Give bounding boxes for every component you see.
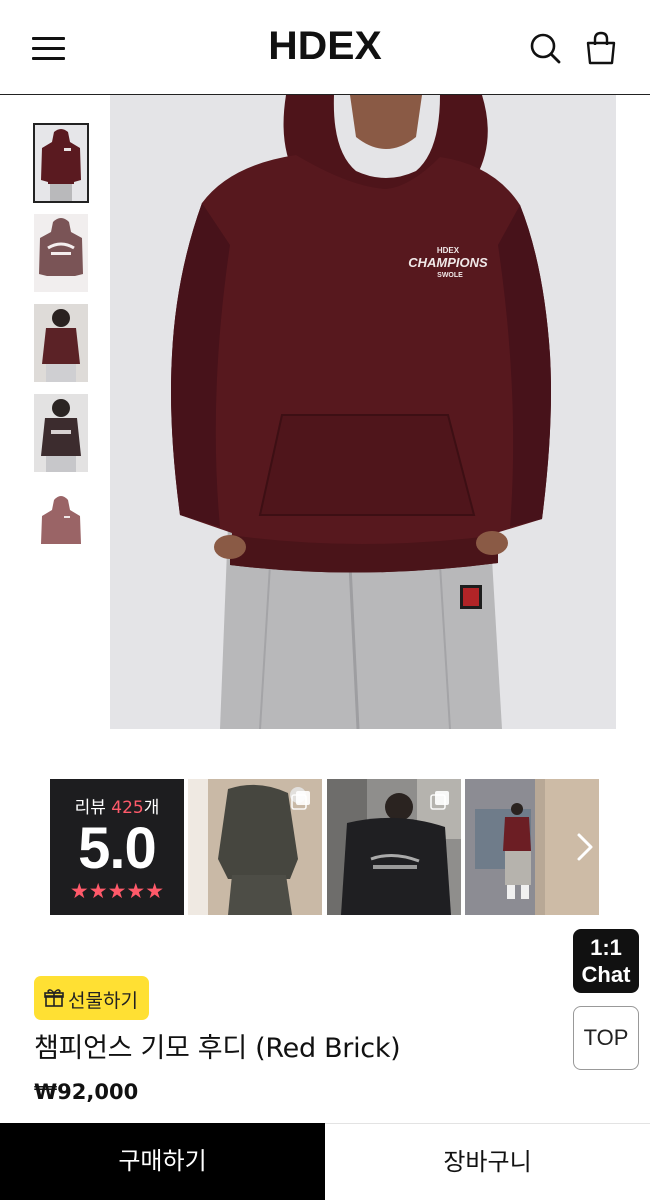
multiple-photos-icon (430, 791, 449, 810)
review-summary-card[interactable]: 리뷰 425개 5.0 ★★★★★ (50, 779, 184, 915)
chat-label-line1: 1:1 (590, 935, 622, 960)
thumbnail-5[interactable] (34, 484, 88, 562)
review-score: 5.0 (78, 816, 157, 881)
chest-graphic-bottom: SWOLE (437, 272, 463, 279)
chest-graphic-top: HDEX (437, 246, 460, 255)
thumbnail-1[interactable] (33, 123, 89, 203)
review-strip: 리뷰 425개 5.0 ★★★★★ (50, 779, 600, 915)
review-photo-1[interactable] (188, 779, 322, 915)
chest-graphic-main: CHAMPIONS (408, 255, 488, 270)
gift-label: 선물하기 (68, 990, 138, 1012)
product-title: 챔피언스 기모 후디 (Red Brick) (34, 1033, 401, 1064)
product-price: ₩92,000 (34, 1080, 139, 1104)
chevron-right-icon[interactable] (573, 829, 597, 865)
bottom-action-bar: 구매하기 장바구니 (0, 1123, 650, 1200)
review-photo-3[interactable] (465, 779, 599, 915)
add-to-cart-button[interactable]: 장바구니 (325, 1123, 650, 1200)
one-to-one-chat-button[interactable]: 1:1 Chat (573, 929, 639, 993)
thumbnail-2[interactable] (34, 214, 88, 292)
thumbnail-3[interactable] (34, 304, 88, 382)
gift-icon (44, 989, 64, 1007)
star-rating: ★★★★★ (69, 879, 165, 903)
top-header: HDEX (0, 0, 650, 95)
main-product-image[interactable]: HDEX CHAMPIONS SWOLE (110, 95, 616, 729)
review-photo-2[interactable] (327, 779, 461, 915)
chat-label-line2: Chat (581, 962, 631, 987)
shopping-bag-icon[interactable] (584, 30, 618, 66)
scroll-top-button[interactable]: TOP (573, 1006, 639, 1070)
multiple-photos-icon (291, 791, 310, 810)
search-icon[interactable] (528, 30, 562, 66)
gift-button[interactable]: 선물하기 (34, 976, 149, 1020)
buy-now-button[interactable]: 구매하기 (0, 1123, 325, 1200)
thumbnail-4[interactable] (34, 394, 88, 472)
